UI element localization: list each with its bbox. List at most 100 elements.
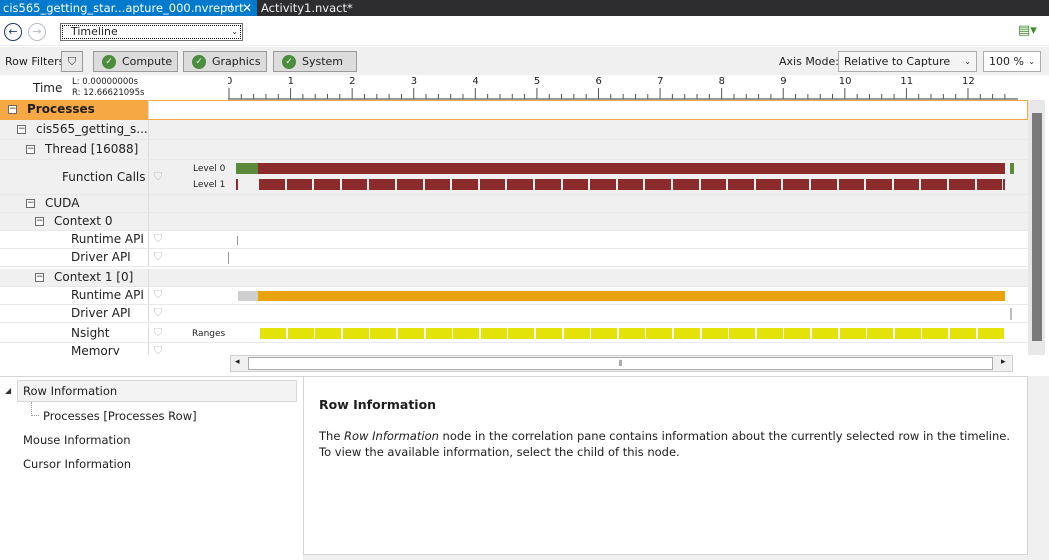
nsight-range-bar[interactable]: [563, 328, 590, 339]
tree-item-processes-row[interactable]: Processes [Processes Row]: [43, 409, 197, 423]
function-call-level1-bar[interactable]: [673, 179, 699, 190]
function-call-level1-bar[interactable]: [314, 179, 340, 190]
horizontal-scrollbar-thumb[interactable]: ⦀: [248, 357, 993, 370]
function-call-level1-bar[interactable]: [590, 179, 616, 190]
row-header[interactable]: Driver API: [0, 305, 149, 322]
collapse-icon[interactable]: −: [17, 125, 26, 134]
view-selector[interactable]: Timeline ⌄: [60, 23, 243, 41]
function-call-bar[interactable]: [258, 163, 1005, 174]
report-options-icon[interactable]: ▤▾: [1018, 23, 1040, 41]
row-header[interactable]: Runtime API: [0, 287, 149, 304]
timeline-row-context-1-0[interactable]: − Context 1 [0]: [0, 269, 1028, 287]
nsight-range-bar[interactable]: [398, 328, 424, 339]
nsight-range-bar[interactable]: [729, 328, 756, 339]
nsight-range-bar[interactable]: [287, 328, 314, 339]
row-filter-icon[interactable]: ⛉: [154, 326, 162, 340]
row-header[interactable]: − Context 1 [0]: [0, 269, 149, 286]
system-filter-button[interactable]: ✓ System: [273, 51, 357, 72]
nsight-range-bar[interactable]: [342, 328, 369, 339]
scroll-left-icon[interactable]: ◂: [235, 357, 240, 367]
function-call-level1-bar[interactable]: [424, 179, 451, 190]
scroll-right-icon[interactable]: ▸: [1001, 357, 1006, 367]
row-filter-icon[interactable]: ⛉: [154, 344, 162, 355]
nsight-range-bar[interactable]: [591, 328, 618, 339]
row-filter-button[interactable]: ⛉: [61, 51, 83, 72]
nsight-range-bar[interactable]: [894, 328, 921, 339]
tab-activity[interactable]: Activity1.nvact*: [258, 0, 408, 16]
timeline-row-driver-api[interactable]: Driver API ⛉: [0, 249, 1028, 267]
row-filter-icon[interactable]: ⛉: [154, 306, 162, 320]
collapse-icon[interactable]: −: [26, 145, 35, 154]
function-call-level1-bar[interactable]: [728, 179, 754, 190]
nsight-range-bar[interactable]: [867, 328, 894, 339]
nsight-range-bar[interactable]: [315, 328, 342, 339]
row-header[interactable]: − CUDA: [0, 195, 149, 212]
function-call-level1-bar[interactable]: [341, 179, 368, 190]
tree-item-cursor-information[interactable]: Cursor Information: [23, 457, 131, 471]
row-header[interactable]: Memory: [0, 343, 149, 355]
timeline-row-runtime-api[interactable]: Runtime API ⛉: [0, 287, 1028, 305]
timeline-row-cis565-getting-s[interactable]: − cis565_getting_s...: [0, 120, 1028, 140]
function-call-level1-bar[interactable]: [1003, 179, 1005, 190]
collapse-icon[interactable]: −: [8, 105, 17, 114]
function-call-bar[interactable]: [236, 163, 258, 174]
nsight-range-bar[interactable]: [618, 328, 645, 339]
function-call-level1-bar[interactable]: [921, 179, 947, 190]
function-call-level1-bar[interactable]: [286, 179, 313, 190]
nsight-range-bar[interactable]: [756, 328, 783, 339]
timeline-row-cuda[interactable]: − CUDA: [0, 195, 1028, 213]
graphics-filter-button[interactable]: ✓ Graphics: [183, 51, 267, 72]
api-call-mark[interactable]: [228, 252, 229, 264]
row-header[interactable]: Function Calls: [0, 160, 149, 194]
timeline-row-runtime-api[interactable]: Runtime API ⛉: [0, 231, 1028, 249]
runtime-api-bar[interactable]: [258, 291, 1005, 301]
nsight-range-bar[interactable]: [812, 328, 838, 339]
api-call-mark[interactable]: [1010, 308, 1012, 320]
timeline-row-memory[interactable]: Memory ⛉: [0, 343, 1028, 355]
timeline-row-nsight[interactable]: Nsight ⛉ Ranges: [0, 324, 1028, 343]
timeline-row-processes[interactable]: − Processes: [0, 100, 1028, 120]
row-header[interactable]: Runtime API: [0, 231, 149, 248]
function-call-level1-bar[interactable]: [811, 179, 837, 190]
tree-expand-icon[interactable]: ◢: [5, 386, 11, 395]
row-header[interactable]: − cis565_getting_s...: [0, 120, 149, 139]
function-call-bar[interactable]: [1010, 163, 1014, 174]
function-call-level1-bar[interactable]: [562, 179, 589, 190]
row-header[interactable]: − Processes: [0, 100, 149, 119]
nsight-range-bar[interactable]: [950, 328, 976, 339]
row-header[interactable]: − Thread [16088]: [0, 140, 149, 159]
row-filter-icon[interactable]: ⛉: [154, 170, 162, 184]
vertical-scrollbar-thumb[interactable]: [1032, 113, 1042, 341]
api-call-mark[interactable]: [237, 236, 238, 245]
function-call-level1-bar[interactable]: [397, 179, 423, 190]
function-call-level1-bar[interactable]: [866, 179, 892, 190]
function-call-level1-bar[interactable]: [976, 179, 1003, 190]
function-call-level1-bar[interactable]: [949, 179, 975, 190]
row-header[interactable]: − Context 0: [0, 213, 149, 230]
forward-button[interactable]: →: [28, 23, 46, 41]
axis-mode-select[interactable]: Relative to Capture ⌄: [838, 51, 977, 72]
timeline-row-driver-api[interactable]: Driver API ⛉: [0, 305, 1028, 323]
row-header[interactable]: Nsight: [0, 324, 149, 342]
collapse-icon[interactable]: −: [26, 199, 35, 208]
nsight-range-bar[interactable]: [922, 328, 949, 339]
nsight-range-bar[interactable]: [646, 328, 673, 339]
function-call-level1-bar[interactable]: [838, 179, 865, 190]
row-filter-icon[interactable]: ⛉: [154, 288, 162, 302]
tree-item-row-information[interactable]: Row Information: [17, 380, 297, 402]
nsight-range-bar[interactable]: [536, 328, 562, 339]
tree-item-mouse-information[interactable]: Mouse Information: [23, 433, 131, 447]
function-call-level1-bar[interactable]: [617, 179, 644, 190]
function-call-level1-bar[interactable]: [645, 179, 671, 190]
compute-filter-button[interactable]: ✓ Compute: [93, 51, 178, 72]
pin-icon[interactable]: ⊣: [224, 0, 233, 16]
nsight-range-bar[interactable]: [508, 328, 535, 339]
row-filter-icon[interactable]: ⛉: [154, 232, 162, 246]
timeline-row-thread-16088[interactable]: − Thread [16088]: [0, 140, 1028, 160]
zoom-select[interactable]: 100 % ⌄: [983, 51, 1041, 72]
function-call-level1-bar[interactable]: [783, 179, 809, 190]
info-scrollbar[interactable]: [1028, 376, 1045, 560]
timeline-row-context-0[interactable]: − Context 0: [0, 213, 1028, 231]
function-call-level1-bar[interactable]: [893, 179, 920, 190]
function-call-level1-bar[interactable]: [259, 179, 285, 190]
